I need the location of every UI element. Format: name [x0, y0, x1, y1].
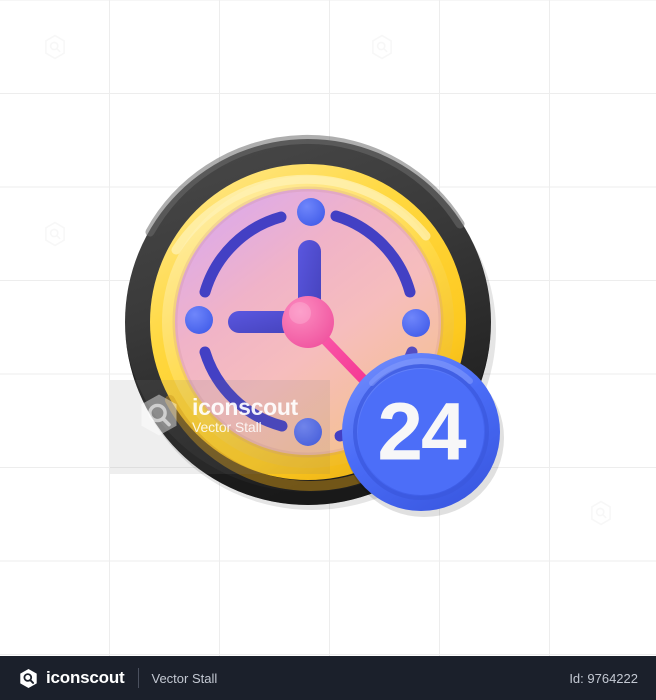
screenshot-stage: 24 iconscout Vector Stall iconscout Vect…: [0, 0, 656, 700]
clock-hub-highlight: [289, 302, 311, 324]
bar-divider: [137, 668, 139, 688]
marker-dot-6: [294, 418, 322, 446]
clock-illustration: 24: [0, 0, 656, 656]
marker-dot-12: [297, 198, 325, 226]
marker-dot-9: [185, 306, 213, 334]
badge-label: 24: [377, 387, 467, 478]
brand-name: iconscout: [46, 668, 125, 687]
vendor-name[interactable]: Vector Stall: [152, 671, 218, 686]
brand-block[interactable]: iconscout: [18, 668, 125, 689]
asset-id: Id: 9764222: [569, 670, 638, 686]
clock-hub: [282, 296, 334, 348]
iconscout-logo-icon: [18, 668, 39, 689]
bottom-bar: iconscout Vector Stall Id: 9764222: [0, 656, 656, 700]
marker-dot-3: [402, 309, 430, 337]
